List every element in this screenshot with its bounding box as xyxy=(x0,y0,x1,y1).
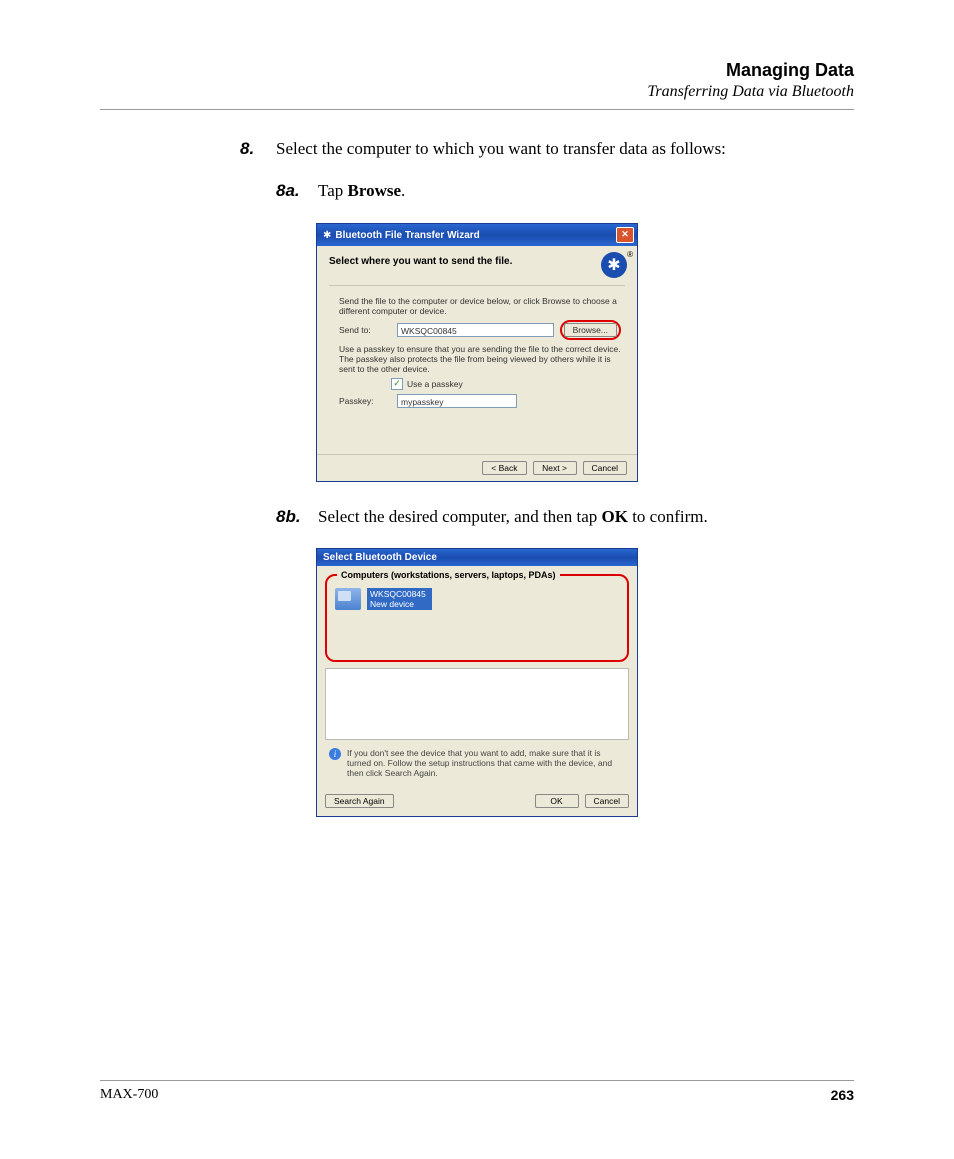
wizard-description: Send the file to the computer or device … xyxy=(339,296,621,316)
browse-button[interactable]: Browse... xyxy=(564,323,617,337)
step-8b-number: 8b. xyxy=(276,504,318,530)
back-button[interactable]: < Back xyxy=(482,461,526,475)
select-device-titlebar: Select Bluetooth Device xyxy=(317,549,637,566)
computer-icon xyxy=(335,588,361,610)
step-8a-number: 8a. xyxy=(276,178,318,204)
cancel-button-2[interactable]: Cancel xyxy=(585,794,629,808)
step-8b-prefix: Select the desired computer, and then ta… xyxy=(318,507,602,526)
step-8a-bold: Browse xyxy=(348,181,402,200)
wizard-title: Bluetooth File Transfer Wizard xyxy=(335,230,479,241)
footer-rule xyxy=(100,1080,854,1081)
use-passkey-label: Use a passkey xyxy=(407,379,463,389)
close-icon[interactable]: ✕ xyxy=(616,227,634,243)
device-info-text: If you don't see the device that you wan… xyxy=(347,748,625,779)
device-status: New device xyxy=(370,599,426,609)
step-8-number: 8. xyxy=(240,136,276,162)
cancel-button[interactable]: Cancel xyxy=(583,461,627,475)
bluetooth-wizard-dialog: ✱ Bluetooth File Transfer Wizard ✕ Selec… xyxy=(316,223,638,482)
bluetooth-logo-icon: ✱ xyxy=(601,252,627,278)
select-device-dialog: Select Bluetooth Device Computers (works… xyxy=(316,548,638,818)
page-header-subtitle: Transferring Data via Bluetooth xyxy=(100,83,854,101)
sendto-input[interactable]: WKSQC00845 xyxy=(397,323,554,337)
step-8b-bold: OK xyxy=(602,507,628,526)
next-button[interactable]: Next > xyxy=(533,461,577,475)
header-rule xyxy=(100,109,854,110)
use-passkey-checkbox[interactable]: ✓ xyxy=(391,378,403,390)
footer-product: MAX-700 xyxy=(100,1087,158,1103)
step-8b-suffix: to confirm. xyxy=(628,507,708,526)
passkey-input[interactable]: mypasskey xyxy=(397,394,517,408)
step-8a-text: Tap Browse. xyxy=(318,178,854,204)
select-device-title: Select Bluetooth Device xyxy=(323,552,437,563)
passkey-note: Use a passkey to ensure that you are sen… xyxy=(339,344,621,374)
device-list-area xyxy=(325,668,629,740)
page-number: 263 xyxy=(831,1087,854,1103)
device-name: WKSQC00845 xyxy=(370,589,426,599)
bluetooth-icon: ✱ xyxy=(323,230,331,241)
computers-group-label: Computers (workstations, servers, laptop… xyxy=(337,570,560,580)
wizard-heading: Select where you want to send the file. xyxy=(329,256,625,267)
page-header-title: Managing Data xyxy=(100,60,854,81)
info-icon: i xyxy=(329,748,341,760)
sendto-label: Send to: xyxy=(339,325,391,335)
search-again-button[interactable]: Search Again xyxy=(325,794,394,808)
browse-highlight: Browse... xyxy=(560,320,621,340)
computers-group-highlight: Computers (workstations, servers, laptop… xyxy=(325,574,629,662)
passkey-label: Passkey: xyxy=(339,396,391,406)
wizard-titlebar: ✱ Bluetooth File Transfer Wizard ✕ xyxy=(317,224,637,246)
device-item[interactable]: WKSQC00845 New device xyxy=(335,588,619,610)
step-8a-suffix: . xyxy=(401,181,405,200)
step-8a-prefix: Tap xyxy=(318,181,348,200)
step-8b-text: Select the desired computer, and then ta… xyxy=(318,504,854,530)
step-8-text: Select the computer to which you want to… xyxy=(276,136,854,162)
registered-mark: ® xyxy=(627,250,633,259)
ok-button[interactable]: OK xyxy=(535,794,579,808)
